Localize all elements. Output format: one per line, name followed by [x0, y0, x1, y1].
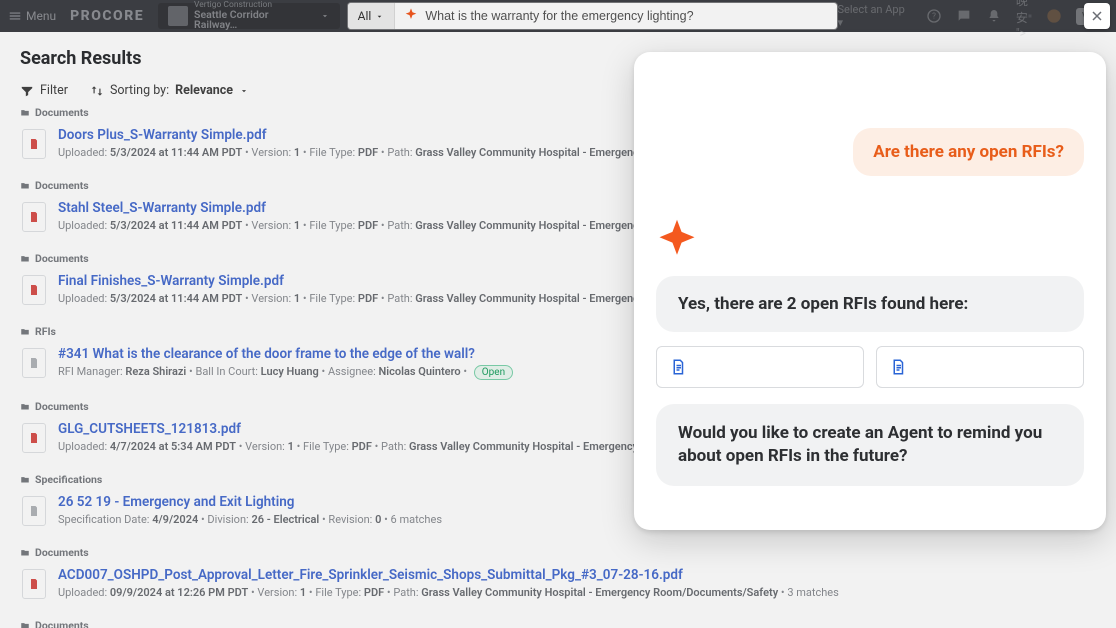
chevron-down-icon	[239, 86, 249, 96]
svg-text:?: ?	[932, 12, 936, 21]
avatar[interactable]	[1046, 8, 1062, 24]
folder-icon	[20, 327, 30, 337]
rfi-card[interactable]	[876, 346, 1084, 388]
sort-prefix: Sorting by:	[110, 83, 169, 98]
rfi-icon	[22, 348, 46, 378]
result-title: ACD007_OSHPD_Post_Approval_Letter_Fire_S…	[58, 567, 1096, 583]
folder-icon	[20, 108, 30, 118]
app-selector[interactable]: Select an App ▾	[837, 3, 911, 29]
folder-icon	[20, 548, 30, 558]
brand-logo: PROCORE	[70, 8, 144, 24]
filter-icon	[20, 84, 34, 98]
project-selector[interactable]: Vertigo Construction Seattle Corridor Ra…	[158, 3, 340, 29]
spec-icon	[22, 496, 46, 526]
result-meta: Uploaded: 09/9/2024 at 12:26 PM PDT • Ve…	[58, 586, 1096, 599]
close-button[interactable]	[1084, 3, 1110, 29]
pdf-icon	[22, 569, 46, 599]
rfi-card[interactable]	[656, 346, 864, 388]
filter-label: Filter	[40, 83, 68, 98]
project-thumb	[168, 6, 188, 26]
search-scope-label: All	[358, 9, 372, 23]
result-row[interactable]: ACD007_OSHPD_Post_Approval_Letter_Fire_S…	[20, 563, 1096, 611]
document-icon	[889, 357, 907, 377]
filter-button[interactable]: Filter	[20, 83, 68, 98]
chevron-down-icon	[375, 12, 384, 21]
pdf-icon	[22, 202, 46, 232]
folder-icon	[20, 475, 30, 485]
global-search: All	[348, 3, 838, 29]
menu-button[interactable]: Menu	[8, 9, 56, 23]
help-icon[interactable]: ?	[926, 8, 942, 24]
pdf-icon	[22, 275, 46, 305]
pdf-icon	[22, 129, 46, 159]
ai-sparkle-icon	[403, 7, 419, 26]
bell-icon[interactable]	[986, 8, 1002, 24]
chat-icon[interactable]	[956, 8, 972, 24]
sort-button[interactable]: Sorting by: Relevance	[90, 83, 249, 98]
close-icon	[1089, 8, 1105, 24]
folder-icon	[20, 181, 30, 191]
folder-icon	[20, 621, 30, 628]
ai-chat-panel: Are there any open RFIs? Yes, there are …	[634, 52, 1106, 530]
chat-user-message: Are there any open RFIs?	[853, 128, 1084, 176]
folder-icon	[20, 254, 30, 264]
search-scope-selector[interactable]: All	[348, 3, 396, 29]
status-badge: Open	[474, 365, 513, 380]
pdf-icon	[22, 423, 46, 453]
sort-value: Relevance	[175, 83, 233, 98]
hamburger-icon	[8, 9, 22, 23]
chat-ai-message: Yes, there are 2 open RFIs found here:	[656, 276, 1084, 332]
chevron-down-icon	[320, 11, 330, 21]
group-header-documents: Documents	[20, 619, 1096, 628]
topbar: Menu PROCORE Vertigo Construction Seattl…	[0, 0, 1116, 32]
search-input[interactable]	[425, 9, 837, 23]
ai-sparkle-icon	[656, 218, 1084, 264]
apps-grid-icon: 晚安 ">	[1016, 8, 1032, 24]
folder-icon	[20, 402, 30, 412]
group-header-documents: Documents	[20, 546, 1096, 559]
document-icon	[669, 357, 687, 377]
menu-label: Menu	[26, 9, 56, 23]
sort-icon	[90, 84, 104, 98]
project-name: Seattle Corridor Railway…	[194, 10, 314, 31]
chat-ai-message: Would you like to create an Agent to rem…	[656, 404, 1084, 486]
